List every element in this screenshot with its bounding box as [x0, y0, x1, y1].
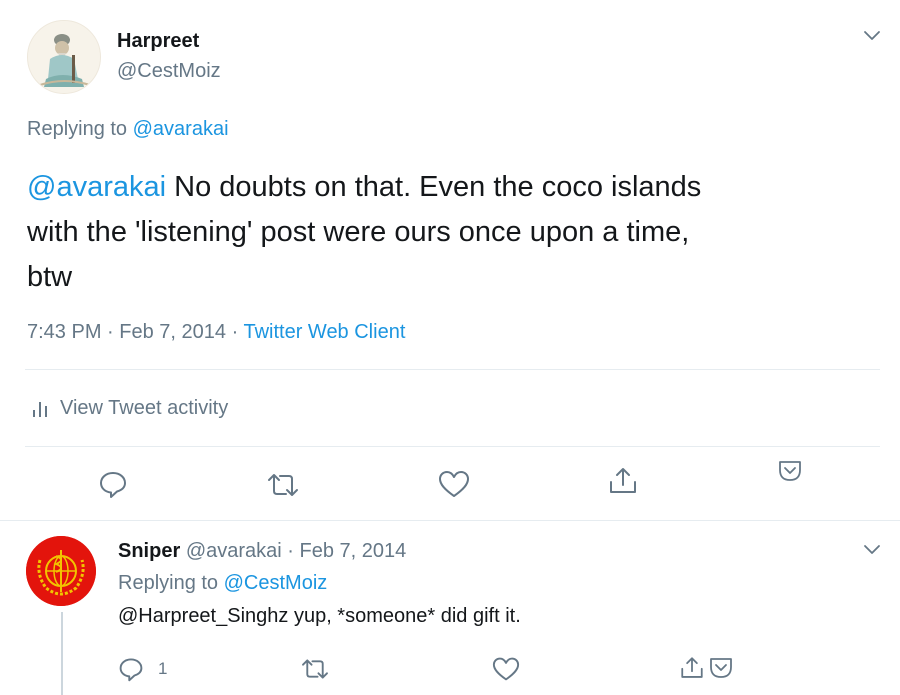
speech-bubble-icon[interactable] [98, 469, 128, 499]
tweet-metadata: 7:43 PM · Feb 7, 2014 · Twitter Web Clie… [27, 321, 406, 343]
tweet-date[interactable]: Feb 7, 2014 [300, 540, 407, 562]
avatar[interactable] [27, 20, 101, 94]
tweet-text-line: btw [27, 261, 73, 293]
user-handle[interactable]: @CestMoiz [117, 60, 221, 83]
reply-text: @Harpreet_Singhz yup, *someone* did gift… [118, 605, 521, 627]
client-link[interactable]: Twitter Web Client [243, 321, 405, 343]
avatar[interactable] [26, 536, 96, 606]
bar-chart-icon [31, 399, 49, 419]
retweet-arrows-icon[interactable] [266, 471, 300, 499]
reply-header: Sniper @avarakai · Feb 7, 2014 [118, 540, 407, 562]
divider [0, 520, 900, 521]
display-name[interactable]: Harpreet [117, 30, 199, 53]
thread-line [61, 612, 63, 695]
replying-to: Replying to @CestMoiz [118, 572, 327, 595]
retweet-arrows-icon[interactable] [300, 657, 330, 681]
share-upload-icon[interactable] [679, 654, 705, 682]
bookmark-pocket-icon[interactable] [708, 656, 734, 680]
heart-icon[interactable] [438, 469, 470, 499]
reply-button[interactable]: 1 [118, 656, 167, 682]
replying-prefix: Replying to [27, 118, 128, 140]
tweet-date[interactable]: Feb 7, 2014 [119, 321, 226, 343]
mention-link[interactable]: @avarakai [27, 171, 166, 203]
tweet-text-line: with the 'listening' post were ours once… [27, 216, 690, 248]
divider [25, 446, 880, 447]
activity-label: View Tweet activity [60, 397, 229, 419]
speech-bubble-icon [118, 656, 144, 682]
replying-to-link[interactable]: @CestMoiz [224, 572, 328, 594]
user-handle[interactable]: @avarakai [186, 540, 282, 562]
tweet-text-line: No doubts on that. Even the coco islands [174, 171, 702, 203]
chevron-down-icon[interactable] [862, 542, 882, 558]
replying-prefix: Replying to [118, 572, 219, 594]
replying-to-link[interactable]: @avarakai [133, 118, 229, 140]
tweet-time[interactable]: 7:43 PM [27, 321, 101, 343]
reply-count: 1 [158, 659, 168, 678]
chevron-down-icon[interactable] [862, 28, 882, 44]
replying-to: Replying to @avarakai [27, 118, 229, 141]
heart-icon[interactable] [492, 656, 520, 682]
share-upload-icon[interactable] [607, 465, 639, 497]
display-name[interactable]: Sniper [118, 540, 180, 562]
divider [25, 369, 880, 370]
tweet-text: @avarakai No doubts on that. Even the co… [27, 165, 701, 300]
view-tweet-activity[interactable]: View Tweet activity [31, 397, 228, 420]
bookmark-pocket-icon[interactable] [777, 459, 803, 483]
